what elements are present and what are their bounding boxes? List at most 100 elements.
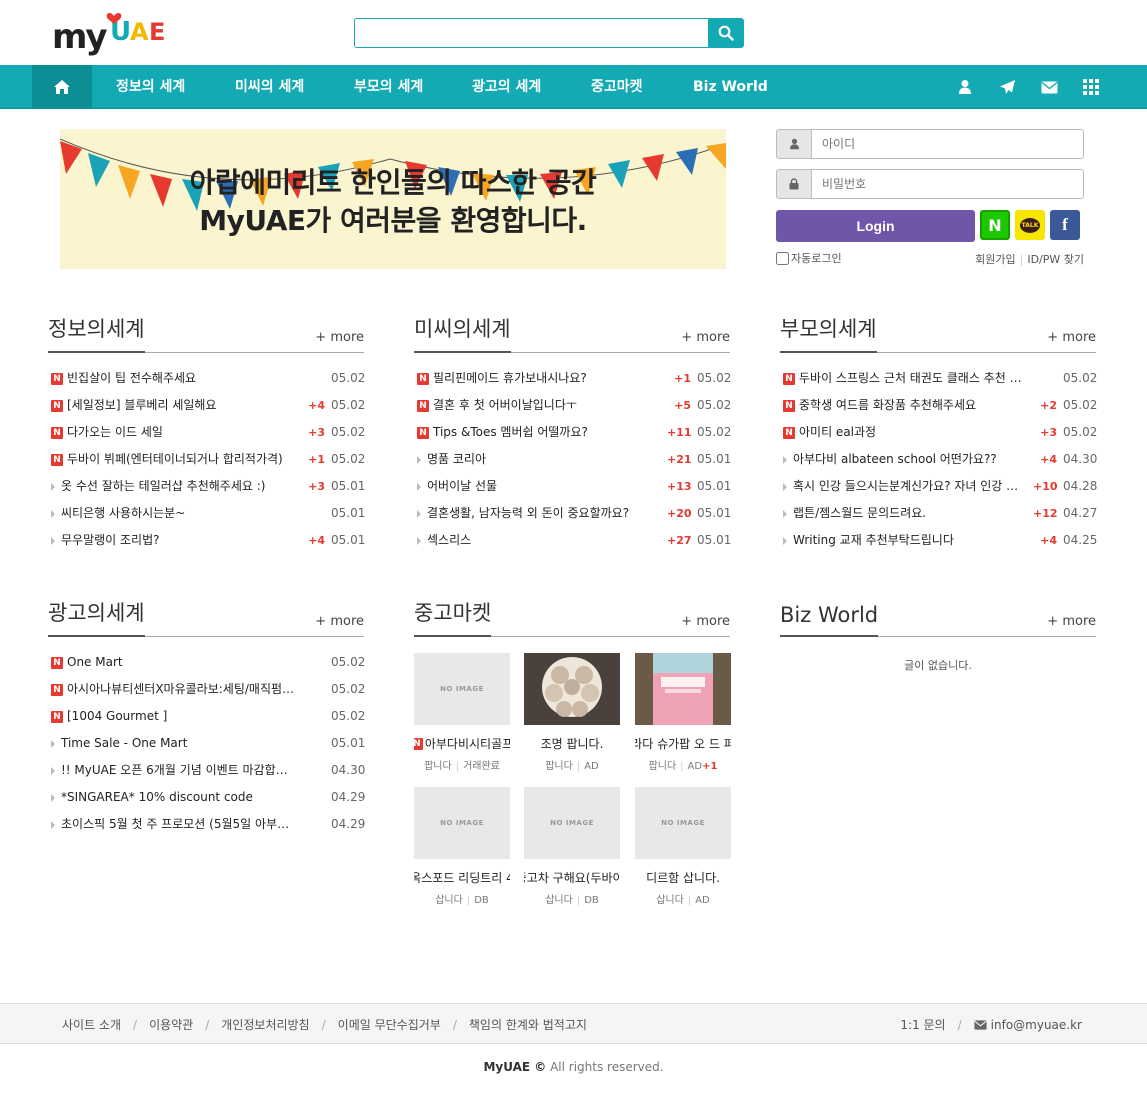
board-title[interactable]: 미씨의세계 [414, 313, 511, 353]
market-item-title[interactable]: 중고차 구해요(두바이) [524, 869, 620, 886]
facebook-login-button[interactable]: f [1050, 210, 1080, 240]
post-title[interactable]: Time Sale - One Mart [61, 730, 301, 757]
market-item-title-row[interactable]: 프라다 슈가팝 오 드 퍼퓸 [635, 735, 731, 752]
post-title[interactable]: 두바이 스프링스 근처 태권도 클래스 추천 부탁드려요 [799, 365, 1033, 392]
myuae-logo[interactable]: my U A E [52, 10, 182, 60]
list-item[interactable]: 무우말랭이 조리법? +4 05.01 [48, 527, 365, 554]
market-item-title-row[interactable]: 조명 팝니다. [524, 735, 620, 752]
list-item[interactable]: 혹시 인강 들으시는분계신가요? 자녀 인강 선택 고민이에요+10 04.28 [780, 473, 1097, 500]
footer-link-disclaimer[interactable]: 책임의 한계와 법적고지 [469, 1018, 587, 1032]
post-title[interactable]: 두바이 뷔페(엔터테이너되거나 합리적가격) [67, 446, 301, 473]
post-title[interactable]: One Mart [67, 649, 301, 676]
market-item-title-row[interactable]: 옥스포드 리딩트리 4 [414, 869, 510, 886]
market-item-title[interactable]: 조명 팝니다. [541, 735, 604, 752]
list-item[interactable]: 어버이날 선물 +13 05.01 [414, 473, 731, 500]
post-title[interactable]: 중학생 여드름 화장품 추천해주세요 [799, 392, 1033, 419]
post-title[interactable]: !! MyUAE 오픈 6개월 기념 이벤트 마감합니다 [61, 757, 301, 784]
market-item-title[interactable]: 디르함 삽니다. [646, 869, 720, 886]
list-item[interactable]: N 결혼 후 첫 어버이날입니다ㅜ +5 05.02 [414, 392, 731, 419]
password-input[interactable] [812, 170, 1083, 198]
post-title[interactable]: 빈집살이 팁 전수해주세요 [67, 365, 301, 392]
auto-login-checkbox[interactable] [776, 251, 789, 265]
email-link[interactable]: info@myuae.kr [991, 1018, 1082, 1032]
list-item[interactable]: N 빈집살이 팁 전수해주세요 05.02 [48, 365, 365, 392]
nav-ad-world[interactable]: 광고의 세계 [472, 65, 541, 109]
market-item-image[interactable]: NO IMAGE [414, 653, 510, 725]
market-item-title-row[interactable]: N 아부다비시티골프 [414, 735, 510, 752]
grid-icon[interactable] [1081, 77, 1101, 97]
list-item[interactable]: N 두바이 스프링스 근처 태권도 클래스 추천 부탁드려요 05.02 [780, 365, 1097, 392]
post-title[interactable]: Writing 교재 추천부탁드립니다 [793, 527, 1033, 554]
paper-plane-icon[interactable] [997, 77, 1017, 97]
more-link[interactable]: + more [1047, 614, 1096, 629]
list-item[interactable]: N Tips &Toes 멤버쉽 어떨까요? +11 05.02 [414, 419, 731, 446]
list-item[interactable]: 섹스리스 +27 05.01 [414, 527, 731, 554]
post-title[interactable]: 혹시 인강 들으시는분계신가요? 자녀 인강 선택 고민이에요 [793, 473, 1033, 500]
find-account-link[interactable]: ID/PW 찾기 [1027, 253, 1084, 266]
nav-parent-world[interactable]: 부모의 세계 [354, 65, 423, 109]
post-title[interactable]: 명품 코리아 [427, 446, 667, 473]
list-item[interactable]: N 중학생 여드름 화장품 추천해주세요 +2 05.02 [780, 392, 1097, 419]
market-item-title-row[interactable]: 중고차 구해요(두바이) [524, 869, 620, 886]
list-item[interactable]: N 아시아나뷰티센터X마유콜라보:세팅/매직펌 마지막혜택 05.02 [48, 676, 365, 703]
list-item[interactable]: Time Sale - One Mart 05.01 [48, 730, 365, 757]
market-item-image[interactable] [635, 653, 731, 725]
more-link[interactable]: + more [681, 614, 730, 629]
post-title[interactable]: 옷 수선 잘하는 테일러샵 추천해주세요 :) [61, 473, 301, 500]
more-link[interactable]: + more [681, 330, 730, 345]
list-item[interactable]: 아부다비 albateen school 어떤가요?? +4 04.30 [780, 446, 1097, 473]
market-item[interactable]: NO IMAGE 디르함 삽니다. 삽니다 | AD [635, 787, 731, 906]
market-item-title[interactable]: 아부다비시티골프 [425, 735, 510, 752]
signup-link[interactable]: 회원가입 [975, 253, 1015, 266]
market-item[interactable]: NO IMAGE 중고차 구해요(두바이) 삽니다|DB [524, 787, 620, 906]
inquiry-link[interactable]: 1:1 문의 [900, 1016, 945, 1033]
post-title[interactable]: 씨티은행 사용하시는분~ [61, 500, 301, 527]
list-item[interactable]: N 두바이 뷔페(엔터테이너되거나 합리적가격) +1 05.02 [48, 446, 365, 473]
list-item[interactable]: 명품 코리아 +21 05.01 [414, 446, 731, 473]
board-title[interactable]: 부모의세계 [780, 313, 877, 353]
post-title[interactable]: [세일정보] 블루베리 세일해요 [67, 392, 301, 419]
post-title[interactable]: 초이스픽 5월 첫 주 프로모션 (5월5일 아부다비 배송) [61, 811, 301, 838]
market-item[interactable]: 조명 팝니다. 팝니다 | AD [524, 653, 620, 772]
nav-missy-world[interactable]: 미씨의 세계 [235, 65, 304, 109]
post-title[interactable]: 랩튼/젬스월드 문의드려요. [793, 500, 1033, 527]
market-item-image[interactable]: NO IMAGE [524, 787, 620, 859]
market-item-image[interactable] [524, 653, 620, 725]
auto-login[interactable]: 자동로그인 [776, 250, 842, 266]
search-input[interactable] [354, 18, 708, 48]
nav-info-world[interactable]: 정보의 세계 [116, 65, 185, 109]
footer-link-email-policy[interactable]: 이메일 무단수집거부 [338, 1018, 441, 1032]
market-item-image[interactable]: NO IMAGE [414, 787, 510, 859]
market-item[interactable]: 프라다 슈가팝 오 드 퍼퓸팝니다|AD+1 [635, 653, 731, 772]
post-title[interactable]: 필리핀메이드 휴가보내시나요? [433, 365, 667, 392]
footer-link-terms[interactable]: 이용약관 [149, 1018, 193, 1032]
naver-login-button[interactable]: N [980, 210, 1010, 240]
post-title[interactable]: *SINGAREA* 10% discount code [61, 784, 301, 811]
post-title[interactable]: 결혼 후 첫 어버이날입니다ㅜ [433, 392, 667, 419]
nav-market[interactable]: 중고마켓 [591, 65, 643, 109]
more-link[interactable]: + more [1047, 330, 1096, 345]
list-item[interactable]: N 필리핀메이드 휴가보내시나요? +1 05.02 [414, 365, 731, 392]
footer-link-about[interactable]: 사이트 소개 [62, 1018, 121, 1032]
list-item[interactable]: N [세일정보] 블루베리 세일해요 +4 05.02 [48, 392, 365, 419]
list-item[interactable]: *SINGAREA* 10% discount code 04.29 [48, 784, 365, 811]
search-button[interactable] [708, 18, 744, 48]
more-link[interactable]: + more [315, 330, 364, 345]
envelope-icon[interactable] [1039, 77, 1059, 97]
list-item[interactable]: 씨티은행 사용하시는분~ 05.01 [48, 500, 365, 527]
login-button[interactable]: Login [776, 210, 975, 242]
market-item-title[interactable]: 옥스포드 리딩트리 4 [414, 869, 510, 886]
post-title[interactable]: 무우말랭이 조리법? [61, 527, 301, 554]
list-item[interactable]: N 아미티 eal과정 +3 05.02 [780, 419, 1097, 446]
footer-link-privacy[interactable]: 개인정보처리방침 [221, 1018, 309, 1032]
more-link[interactable]: + more [315, 614, 364, 629]
list-item[interactable]: 초이스픽 5월 첫 주 프로모션 (5월5일 아부다비 배송) 04.29 [48, 811, 365, 838]
list-item[interactable]: N 다가오는 이드 세일 +3 05.02 [48, 419, 365, 446]
post-title[interactable]: 어버이날 선물 [427, 473, 667, 500]
list-item[interactable]: N [1004 Gourmet ] 05.02 [48, 703, 365, 730]
kakao-login-button[interactable]: TALK [1015, 210, 1045, 240]
list-item[interactable]: 랩튼/젬스월드 문의드려요. +12 04.27 [780, 500, 1097, 527]
list-item[interactable]: !! MyUAE 오픈 6개월 기념 이벤트 마감합니다 04.30 [48, 757, 365, 784]
list-item[interactable]: 옷 수선 잘하는 테일러샵 추천해주세요 :) +3 05.01 [48, 473, 365, 500]
list-item[interactable]: Writing 교재 추천부탁드립니다 +4 04.25 [780, 527, 1097, 554]
